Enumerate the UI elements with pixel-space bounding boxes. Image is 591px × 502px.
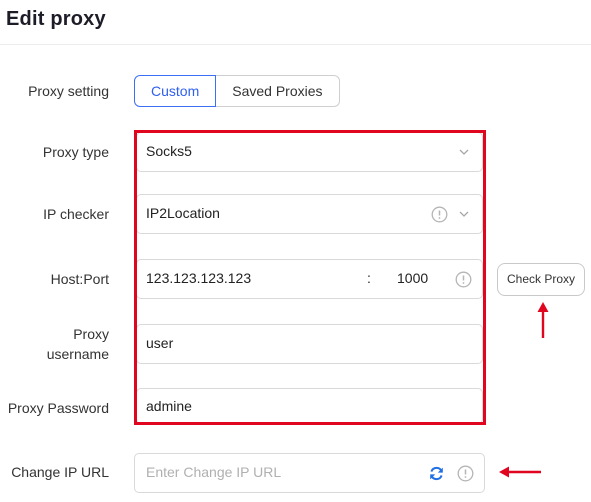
change-ip-url-placeholder: Enter Change IP URL: [146, 464, 282, 480]
proxy-username-label-line2: username: [46, 346, 109, 362]
red-arrow-left-icon: [499, 466, 541, 478]
saved-proxies-option-button[interactable]: Saved Proxies: [216, 75, 340, 107]
red-arrow-up-icon: [537, 302, 549, 338]
ip-checker-label: IP checker: [43, 206, 109, 222]
change-ip-url-label: Change IP URL: [11, 464, 109, 480]
info-icon[interactable]: [431, 206, 448, 223]
proxy-setting-toggle: Custom Saved Proxies: [134, 75, 340, 107]
proxy-setting-label: Proxy setting: [28, 83, 109, 99]
proxy-password-label: Proxy Password: [7, 400, 109, 416]
change-ip-url-input[interactable]: Enter Change IP URL: [134, 453, 485, 493]
host-input[interactable]: 123.123.123.123: [146, 270, 251, 286]
proxy-password-input[interactable]: admine: [136, 388, 483, 424]
proxy-type-value: Socks5: [146, 143, 192, 159]
info-icon[interactable]: [457, 465, 474, 482]
proxy-username-label-line1: Proxy: [73, 326, 109, 342]
check-proxy-button[interactable]: Check Proxy: [497, 263, 585, 296]
host-port-field: 123.123.123.123 : 1000: [136, 259, 483, 299]
page-title: Edit proxy: [6, 8, 106, 30]
dialog-header: Edit proxy: [0, 0, 591, 45]
port-input[interactable]: 1000: [397, 270, 428, 286]
host-port-separator: :: [367, 270, 371, 286]
proxy-type-select[interactable]: Socks5: [136, 132, 483, 172]
host-port-label: Host:Port: [50, 271, 109, 287]
custom-option-button[interactable]: Custom: [134, 75, 217, 107]
proxy-type-label: Proxy type: [42, 144, 109, 160]
chevron-down-icon: [459, 211, 469, 217]
ip-checker-select[interactable]: IP2Location: [136, 194, 483, 234]
proxy-username-input[interactable]: user: [136, 324, 483, 364]
chevron-down-icon: [459, 149, 469, 155]
ip-checker-value: IP2Location: [146, 205, 220, 221]
refresh-icon[interactable]: [428, 465, 445, 482]
proxy-username-value: user: [146, 335, 174, 351]
info-icon[interactable]: [455, 271, 472, 288]
proxy-password-value: admine: [146, 398, 192, 414]
